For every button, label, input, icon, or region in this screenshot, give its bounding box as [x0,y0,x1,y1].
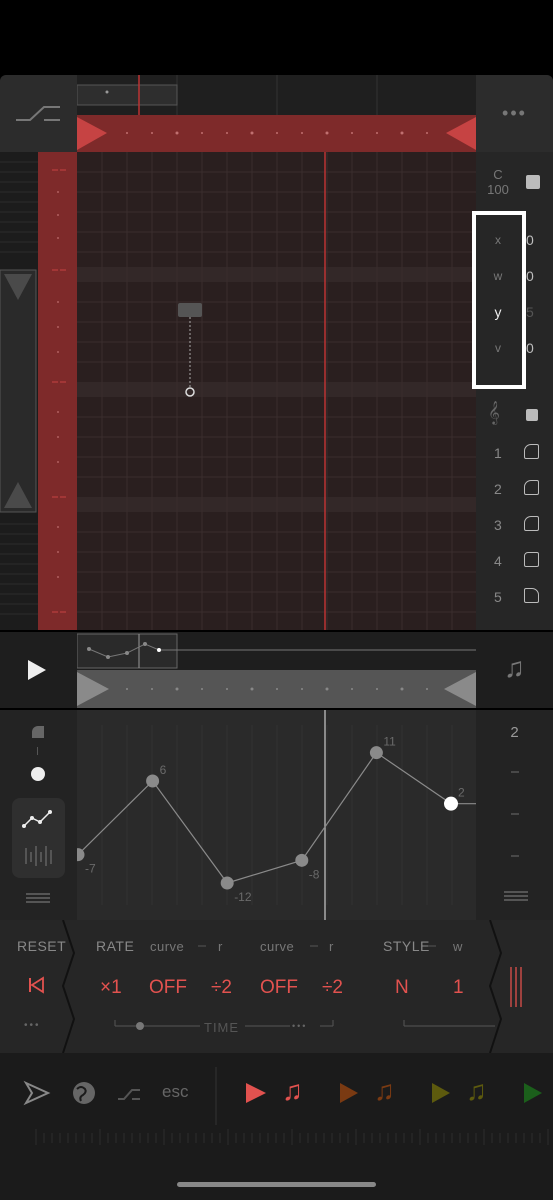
param-x-value: 0 [526,232,534,248]
curve1-label: curve [150,939,185,954]
track-5-shape-icon[interactable] [524,588,539,603]
esc-button[interactable]: esc [162,1082,188,1102]
play-track3-icon[interactable] [432,1083,450,1103]
transport-right: ♫ [476,632,553,708]
track-4-shape-icon[interactable] [524,552,539,567]
transport-left [0,632,77,708]
loop-overview[interactable] [77,632,476,670]
track-stop-square-icon[interactable] [526,409,538,421]
w-value[interactable]: 1 [453,977,464,999]
track-3-label[interactable]: 3 [494,517,502,533]
automation-point-label: -8 [309,867,320,881]
shape-tool-icon[interactable] [32,726,44,738]
bottom-toolbar: esc ♫ ♫ ♫ [0,1053,553,1200]
curve2-value[interactable]: OFF [260,977,298,999]
automation-point-label: -7 [85,862,96,876]
more-menu-button[interactable]: ••• [476,103,553,124]
bars-icon[interactable] [12,838,65,878]
automation-point-label: 2 [458,786,465,800]
left-hamburger-icon[interactable] [0,890,77,910]
right-hamburger-icon[interactable] [504,891,528,901]
automation-point[interactable] [146,774,160,788]
curve1-value[interactable]: OFF [149,977,187,999]
track-2-shape-icon[interactable] [524,480,539,495]
curve2-label: curve [260,939,295,954]
note-track1-icon[interactable]: ♫ [282,1075,303,1107]
play-track2-icon[interactable] [340,1083,358,1103]
top-left-panel [0,75,77,152]
note-track3-icon[interactable]: ♫ [466,1075,487,1107]
r2-label: r [329,939,334,954]
automation-point-label: -12 [234,890,252,904]
param-highlight-box [472,211,526,389]
rate-value[interactable]: ×1 [100,977,122,999]
track-5-label[interactable]: 5 [494,589,502,605]
divider-tick [37,747,38,755]
param-v-value: 0 [526,340,534,356]
treble-clef-icon[interactable]: 𝄞 [488,402,500,425]
play-icon[interactable] [0,632,77,708]
curve-small-icon[interactable] [118,1089,140,1100]
grey-ruler[interactable] [77,670,476,708]
automation-point[interactable] [295,853,309,867]
track-3-shape-icon[interactable] [524,516,539,531]
automation-point[interactable] [220,876,234,890]
automation-point-label: 11 [383,735,396,749]
track-1-label[interactable]: 1 [494,445,502,461]
skip-to-start-icon[interactable] [27,976,45,994]
track-4-label[interactable]: 4 [494,553,502,569]
time-more-dots[interactable]: ••• [292,1021,307,1031]
left-red-ruler[interactable] [38,152,77,630]
style-value[interactable]: N [395,977,409,999]
automation-right: 2 [476,710,553,920]
left-keyboard-strip[interactable] [0,152,38,630]
home-indicator [177,1182,376,1187]
track-1-shape-icon[interactable] [524,444,539,459]
automation-point-label: 6 [160,763,167,777]
line-mode-button[interactable] [12,798,65,878]
play-track1-icon[interactable] [246,1083,266,1103]
note-grid[interactable] [77,152,476,630]
reset-more-dots[interactable]: ••• [24,1020,41,1031]
automation-point[interactable] [369,746,383,760]
top-right-panel[interactable]: ••• [476,75,553,152]
reset-label[interactable]: RESET [17,938,66,954]
play-track4-icon[interactable] [524,1083,542,1103]
controls-panel: RESET ••• RATE curve r curve r STYLE w ×… [0,920,553,1053]
top-red-ruler[interactable] [77,115,476,152]
note-handle [178,303,202,317]
automation-lane[interactable]: -7 6 -12 -8 11 2 [77,710,476,920]
div1-value[interactable]: ÷2 [211,977,232,999]
div2-value[interactable]: ÷2 [322,977,343,999]
globe-icon[interactable] [73,1082,95,1104]
note-track2-icon[interactable]: ♫ [374,1075,395,1107]
line-graph-icon [22,810,52,828]
stop-square-icon[interactable] [526,175,540,189]
level-bars-icon[interactable] [510,967,522,1007]
point-tool-icon[interactable] [31,767,45,781]
music-note-icon[interactable]: ♫ [476,652,553,684]
automation-left-tools [0,710,77,920]
param-y-value: 5 [526,304,534,320]
rate-label: RATE [96,938,135,954]
r1-label: r [218,939,223,954]
param-w-value: 0 [526,268,534,284]
time-label: TIME [204,1020,240,1035]
track-2-label[interactable]: 2 [494,481,502,497]
top-overview-strip[interactable] [77,75,476,115]
style-label: STYLE [383,938,430,954]
curve-mode-icon[interactable] [0,75,77,152]
automation-point[interactable] [444,796,458,811]
w-label: w [453,939,463,954]
note-velocity: 100 [487,182,509,197]
send-icon[interactable] [23,1080,51,1106]
note-name: C [493,167,503,182]
